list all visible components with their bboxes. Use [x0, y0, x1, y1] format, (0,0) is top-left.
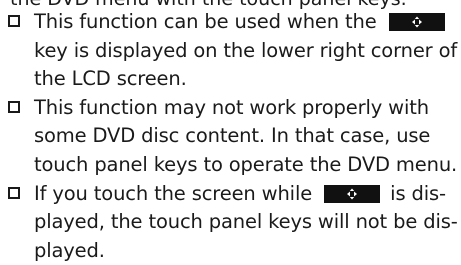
note-1-line-3-text: the LCD screen. [34, 67, 187, 91]
note-3-line-3-text: played. [34, 238, 105, 262]
notes-list: This function can be used when the key i… [0, 8, 461, 265]
checkbox-square-icon [8, 15, 20, 27]
checkbox-square-icon [8, 186, 20, 199]
note-2-line-1-text: This function may not work properly with [34, 95, 429, 119]
note-item-3: If you touch the screen while is dis- pl… [0, 180, 461, 265]
arrow-key-icon [388, 13, 445, 31]
note-1-line-1-text-a: This function can be used when the [34, 10, 383, 33]
note-1-line-2-text: key is displayed on the lower right corn… [34, 38, 458, 62]
note-item-1: This function can be used when the key i… [0, 8, 461, 94]
note-3-line-1-text-b: is dis- [384, 181, 446, 205]
note-3-line-1-text-a: If you touch the screen while [34, 181, 319, 205]
note-3-line-2-text: played, the touch panel keys will not be… [34, 210, 458, 234]
checkbox-square-icon [8, 100, 20, 113]
note-item-2: This function may not work properly with… [0, 94, 461, 180]
arrow-key-icon [324, 184, 381, 203]
note-2-line-3-text: touch panel keys to operate the DVD menu… [34, 152, 458, 176]
note-2-line-2-text: some DVD disc content. In that case, use [34, 124, 431, 148]
